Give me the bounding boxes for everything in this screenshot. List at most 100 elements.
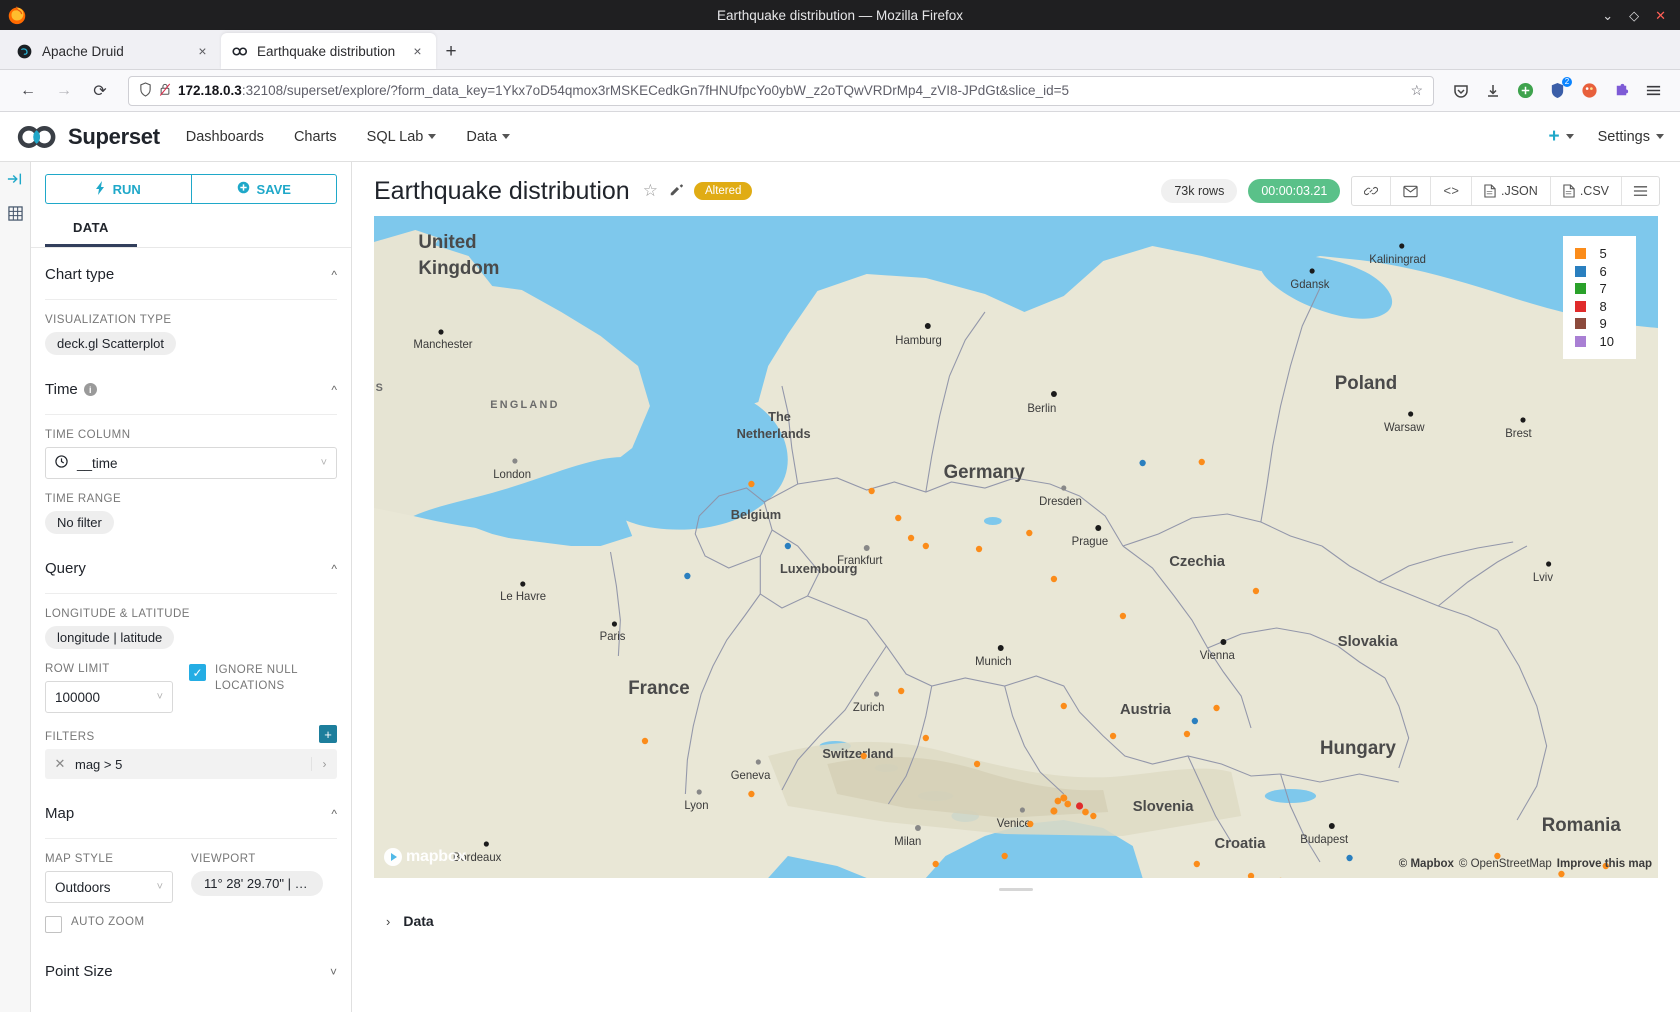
new-tab-button[interactable]: + — [436, 35, 466, 69]
address-bar[interactable]: 172.18.0.3:32108/superset/explore/?form_… — [128, 76, 1434, 106]
longitude-latitude-value[interactable]: longitude | latitude — [45, 626, 174, 649]
extension-shield-icon[interactable]: 2 — [1542, 76, 1572, 106]
nav-item-charts[interactable]: Charts — [294, 129, 337, 145]
settings-menu-button[interactable]: Settings — [1598, 129, 1664, 145]
minimize-button[interactable]: ⌄ — [1602, 9, 1613, 22]
new-menu-button[interactable]: + — [1548, 127, 1573, 146]
attribution-osm[interactable]: © OpenStreetMap — [1459, 858, 1552, 870]
app-menu-button[interactable] — [1638, 76, 1668, 106]
more-options-button[interactable] — [1622, 177, 1659, 205]
svg-text:Lyon: Lyon — [684, 800, 708, 812]
ignore-null-locations-checkbox[interactable]: ✓ IGNORE NULL LOCATIONS — [189, 663, 337, 694]
attribution-improve-map[interactable]: Improve this map — [1557, 858, 1652, 870]
extension-green-icon[interactable] — [1510, 76, 1540, 106]
legend-swatch — [1575, 283, 1586, 294]
add-filter-button[interactable]: + — [319, 725, 337, 743]
browser-tab-earthquake-distribution[interactable]: Earthquake distribution × — [221, 33, 436, 69]
superset-logo[interactable]: Superset — [16, 124, 160, 150]
nav-label: Dashboards — [186, 129, 264, 145]
section-header-query[interactable]: Query ^ — [45, 560, 337, 594]
run-button[interactable]: RUN — [45, 174, 191, 204]
reload-button[interactable]: ⟳ — [84, 76, 116, 106]
favorite-star-icon[interactable]: ☆ — [643, 181, 658, 201]
legend-row: 7 — [1575, 280, 1614, 298]
filter-item[interactable]: ✕ mag > 5 › — [45, 749, 337, 779]
svg-text:Austria: Austria — [1120, 702, 1172, 718]
map-style-select[interactable]: Outdoors ˅ — [45, 871, 173, 903]
legend-row: 6 — [1575, 263, 1614, 281]
svg-text:Hungary: Hungary — [1320, 737, 1396, 758]
chevron-right-icon[interactable]: › — [311, 757, 337, 771]
section-header-point-size[interactable]: Point Size ˅ — [45, 963, 337, 996]
extension-puzzle-icon[interactable] — [1606, 76, 1636, 106]
chevron-down-icon — [428, 134, 436, 139]
pocket-icon[interactable] — [1446, 76, 1476, 106]
svg-text:Prague: Prague — [1072, 536, 1109, 548]
mapbox-label: mapbox — [406, 848, 466, 866]
dataset-grid-icon[interactable] — [8, 206, 23, 225]
svg-text:Paris: Paris — [600, 631, 626, 643]
row-limit-label: ROW LIMIT — [45, 663, 173, 675]
visualization-type-value[interactable]: deck.gl Scatterplot — [45, 332, 176, 355]
copy-link-button[interactable] — [1352, 177, 1391, 205]
svg-text:Gdansk: Gdansk — [1290, 279, 1329, 291]
chevron-right-icon: › — [386, 914, 390, 929]
back-button[interactable]: ← — [12, 76, 44, 106]
maximize-button[interactable]: ◇ — [1629, 9, 1639, 22]
section-title: Time — [45, 381, 78, 398]
collapse-panel-icon[interactable] — [7, 172, 23, 190]
superset-navbar: Superset Dashboards Charts SQL Lab Data … — [0, 112, 1680, 162]
browser-navbar: ← → ⟳ 172.18.0.3:32108/superset/explore/… — [0, 70, 1680, 112]
section-header-time[interactable]: Time i ^ — [45, 381, 337, 415]
nav-item-data[interactable]: Data — [466, 129, 510, 145]
share-email-button[interactable] — [1391, 177, 1431, 205]
row-limit-select[interactable]: 100000 ˅ — [45, 681, 173, 713]
time-column-select[interactable]: __time ˅ — [45, 447, 337, 479]
browser-tab-apache-druid[interactable]: Apache Druid × — [6, 33, 221, 69]
legend-swatch — [1575, 266, 1586, 277]
view-query-button[interactable]: <> — [1431, 177, 1472, 205]
url-text: 172.18.0.3:32108/superset/explore/?form_… — [178, 83, 1403, 98]
tab-title: Earthquake distribution — [257, 44, 400, 59]
map-style-label: MAP STYLE — [45, 853, 173, 865]
svg-text:Le Havre: Le Havre — [500, 591, 546, 603]
plus-icon: + — [1548, 127, 1559, 146]
svg-text:Croatia: Croatia — [1215, 836, 1267, 852]
attribution-mapbox[interactable]: © Mapbox — [1399, 858, 1454, 870]
time-range-value[interactable]: No filter — [45, 511, 114, 534]
tab-close-icon[interactable]: × — [409, 44, 426, 58]
downloads-icon[interactable] — [1478, 76, 1508, 106]
legend-label: 6 — [1600, 263, 1607, 280]
map-legend: 5 6 7 8 9 — [1563, 236, 1636, 359]
download-json-button[interactable]: .JSON — [1472, 177, 1551, 205]
tab-close-icon[interactable]: × — [194, 44, 211, 58]
section-header-chart-type[interactable]: Chart type ^ — [45, 266, 337, 300]
section-header-map[interactable]: Map ^ — [45, 805, 337, 839]
map-canvas: United Kingdom Germany Poland France Aus… — [374, 216, 1658, 878]
mapbox-logo[interactable]: mapbox — [384, 848, 466, 866]
svg-text:London: London — [493, 469, 531, 481]
svg-text:Hamburg: Hamburg — [895, 335, 942, 347]
edit-properties-icon[interactable] — [669, 183, 683, 200]
svg-text:Zurich: Zurich — [853, 702, 884, 714]
auto-zoom-checkbox[interactable]: AUTO ZOOM — [45, 915, 337, 933]
save-button[interactable]: SAVE — [191, 174, 338, 204]
firefox-logo-icon — [6, 4, 32, 26]
remove-filter-icon[interactable]: ✕ — [45, 756, 75, 772]
viewport-value[interactable]: 11° 28' 29.70" | 50... — [191, 871, 323, 896]
info-icon[interactable]: i — [84, 383, 97, 396]
tab-data[interactable]: DATA — [45, 214, 137, 247]
nav-item-sql-lab[interactable]: SQL Lab — [367, 129, 437, 145]
window-close-button[interactable]: ✕ — [1655, 9, 1666, 22]
forward-button[interactable]: → — [48, 76, 80, 106]
extension-palette-icon[interactable] — [1574, 76, 1604, 106]
svg-text:Budapest: Budapest — [1300, 834, 1349, 846]
chevron-down-icon — [502, 134, 510, 139]
data-panel-toggle[interactable]: › Data — [352, 891, 1680, 929]
deckgl-scatterplot-map[interactable]: United Kingdom Germany Poland France Aus… — [374, 216, 1658, 878]
app-body: RUN SAVE DATA Chart type ^ VISUALIZATION… — [0, 162, 1680, 1012]
download-csv-button[interactable]: .CSV — [1551, 177, 1622, 205]
longitude-latitude-label: LONGITUDE & LATITUDE — [45, 608, 337, 620]
nav-item-dashboards[interactable]: Dashboards — [186, 129, 264, 145]
bookmark-star-icon[interactable]: ☆ — [1410, 82, 1423, 99]
